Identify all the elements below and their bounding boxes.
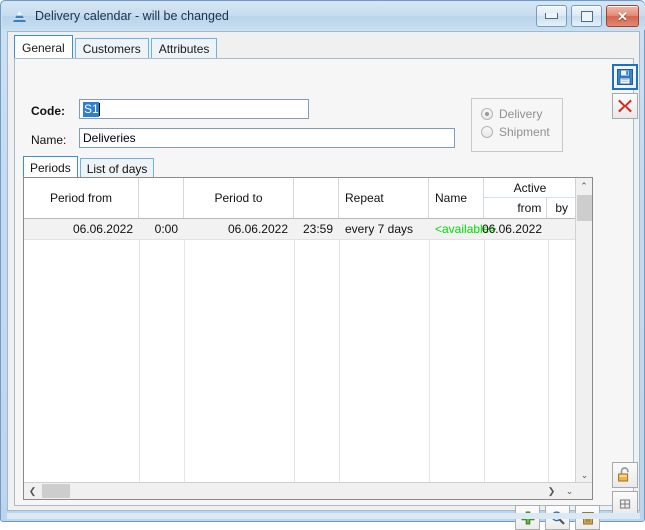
tab-general-label: General bbox=[22, 40, 65, 55]
window-frame: Delivery calendar - will be changed ✕ Ge… bbox=[0, 0, 645, 530]
general-tab-panel: Code: S1 Name: Deliveries Delivery Shipm… bbox=[14, 58, 634, 530]
table-row[interactable]: 06.06.2022 0:00 06.06.2022 23:59 every 7… bbox=[24, 219, 592, 240]
tab-list-of-days[interactable]: List of days bbox=[79, 158, 155, 178]
window-title: Delivery calendar - will be changed bbox=[35, 9, 229, 23]
periods-tab-strip: Periods List of days bbox=[23, 156, 155, 178]
close-button[interactable]: ✕ bbox=[606, 5, 639, 27]
unlock-button[interactable] bbox=[612, 462, 638, 488]
scroll-corner-down-icon[interactable]: ⌄ bbox=[561, 483, 578, 499]
minimize-button[interactable] bbox=[536, 5, 567, 27]
red-x-icon bbox=[618, 99, 632, 113]
tab-attributes-label: Attributes bbox=[158, 42, 210, 56]
grid-header-row: Period from Period to Repeat Name Active… bbox=[24, 178, 592, 219]
grid-vertical-scrollbar[interactable]: ⌃ ⌄ bbox=[575, 178, 592, 484]
status-bar bbox=[7, 513, 640, 519]
tab-list-of-days-label: List of days bbox=[86, 161, 148, 176]
cell-period-to-date: 06.06.2022 bbox=[227, 222, 288, 236]
column-header-repeat-label: Repeat bbox=[345, 191, 384, 205]
column-divider bbox=[548, 219, 549, 482]
column-divider bbox=[139, 219, 140, 482]
scroll-left-icon[interactable]: ❮ bbox=[24, 483, 41, 499]
column-divider bbox=[184, 219, 185, 482]
column-divider bbox=[339, 219, 340, 482]
column-header-period-from-label: Period from bbox=[49, 191, 113, 205]
main-tab-strip: General Customers Attributes bbox=[14, 35, 218, 59]
close-icon: ✕ bbox=[617, 8, 628, 24]
radio-delivery-icon bbox=[481, 108, 493, 120]
cell-period-from-time: 0:00 bbox=[154, 222, 178, 236]
code-input-value: S1 bbox=[83, 101, 99, 117]
column-header-period-to-label: Period to bbox=[214, 191, 263, 205]
column-header-repeat[interactable]: Repeat bbox=[339, 178, 429, 218]
title-bar[interactable]: Delivery calendar - will be changed ✕ bbox=[2, 2, 645, 30]
radio-shipment-icon bbox=[481, 126, 493, 138]
tab-attributes[interactable]: Attributes bbox=[150, 38, 218, 59]
cell-active-from: 06.06.2022 bbox=[481, 222, 542, 236]
scroll-right-icon[interactable]: ❯ bbox=[543, 483, 560, 499]
maximize-icon bbox=[580, 10, 593, 22]
column-header-period-to-time[interactable] bbox=[294, 178, 339, 218]
tab-periods[interactable]: Periods bbox=[23, 156, 78, 178]
window-controls: ✕ bbox=[536, 5, 639, 27]
grid-body: 06.06.2022 0:00 06.06.2022 23:59 every 7… bbox=[24, 219, 592, 482]
column-divider bbox=[484, 219, 485, 482]
horizontal-scroll-thumb[interactable] bbox=[42, 484, 70, 498]
column-header-period-to[interactable]: Period to bbox=[184, 178, 294, 218]
radio-shipment[interactable]: Shipment bbox=[481, 123, 562, 141]
radio-delivery-label: Delivery bbox=[499, 107, 543, 121]
vertical-scroll-thumb[interactable] bbox=[577, 195, 592, 221]
delivery-type-group: Delivery Shipment bbox=[471, 98, 563, 152]
maximize-button[interactable] bbox=[571, 5, 602, 27]
column-header-active-by-label: by bbox=[555, 201, 568, 215]
column-header-active-from-label: from bbox=[517, 201, 542, 215]
radio-shipment-label: Shipment bbox=[499, 125, 550, 139]
cell-period-to-time: 23:59 bbox=[302, 222, 333, 236]
cell-period-from-date: 06.06.2022 bbox=[72, 222, 133, 236]
column-header-name[interactable]: Name bbox=[429, 178, 484, 218]
name-input[interactable]: Deliveries bbox=[79, 128, 455, 148]
column-header-period-from-time[interactable] bbox=[139, 178, 184, 218]
column-divider bbox=[429, 219, 430, 482]
app-triangle-icon bbox=[11, 8, 28, 25]
column-header-active-group[interactable]: Active from by bbox=[484, 178, 577, 218]
column-divider bbox=[294, 219, 295, 482]
save-button[interactable] bbox=[612, 64, 638, 90]
name-label: Name: bbox=[31, 133, 67, 147]
cell-active-by bbox=[548, 219, 577, 239]
column-header-active-by[interactable]: by bbox=[547, 198, 576, 218]
open-padlock-icon bbox=[618, 467, 629, 482]
tab-periods-label: Periods bbox=[30, 160, 71, 175]
column-header-active-label: Active bbox=[484, 178, 576, 198]
column-header-name-label: Name bbox=[435, 191, 468, 205]
scroll-up-icon[interactable]: ⌃ bbox=[576, 178, 592, 195]
cell-repeat: every 7 days bbox=[345, 222, 414, 236]
minimize-icon bbox=[545, 13, 558, 19]
small-panel-icon bbox=[619, 499, 631, 509]
tab-customers-label: Customers bbox=[82, 42, 141, 56]
tab-general[interactable]: General bbox=[14, 35, 73, 59]
tab-customers[interactable]: Customers bbox=[74, 38, 149, 59]
name-input-value: Deliveries bbox=[83, 131, 136, 145]
column-header-period-from[interactable]: Period from bbox=[24, 178, 139, 218]
radio-delivery[interactable]: Delivery bbox=[481, 105, 562, 123]
client-area: General Customers Attributes Code: S1 Na… bbox=[7, 31, 640, 530]
column-header-active-from[interactable]: from bbox=[484, 198, 548, 218]
floppy-disk-icon bbox=[617, 69, 633, 85]
code-input[interactable]: S1 bbox=[79, 99, 309, 119]
text-caret bbox=[98, 102, 100, 116]
cancel-button[interactable] bbox=[612, 93, 638, 119]
grid-horizontal-scrollbar[interactable]: ❮ ❯ ⌄ bbox=[24, 482, 592, 499]
periods-grid[interactable]: Period from Period to Repeat Name Active… bbox=[23, 177, 593, 500]
code-label: Code: bbox=[31, 104, 65, 118]
